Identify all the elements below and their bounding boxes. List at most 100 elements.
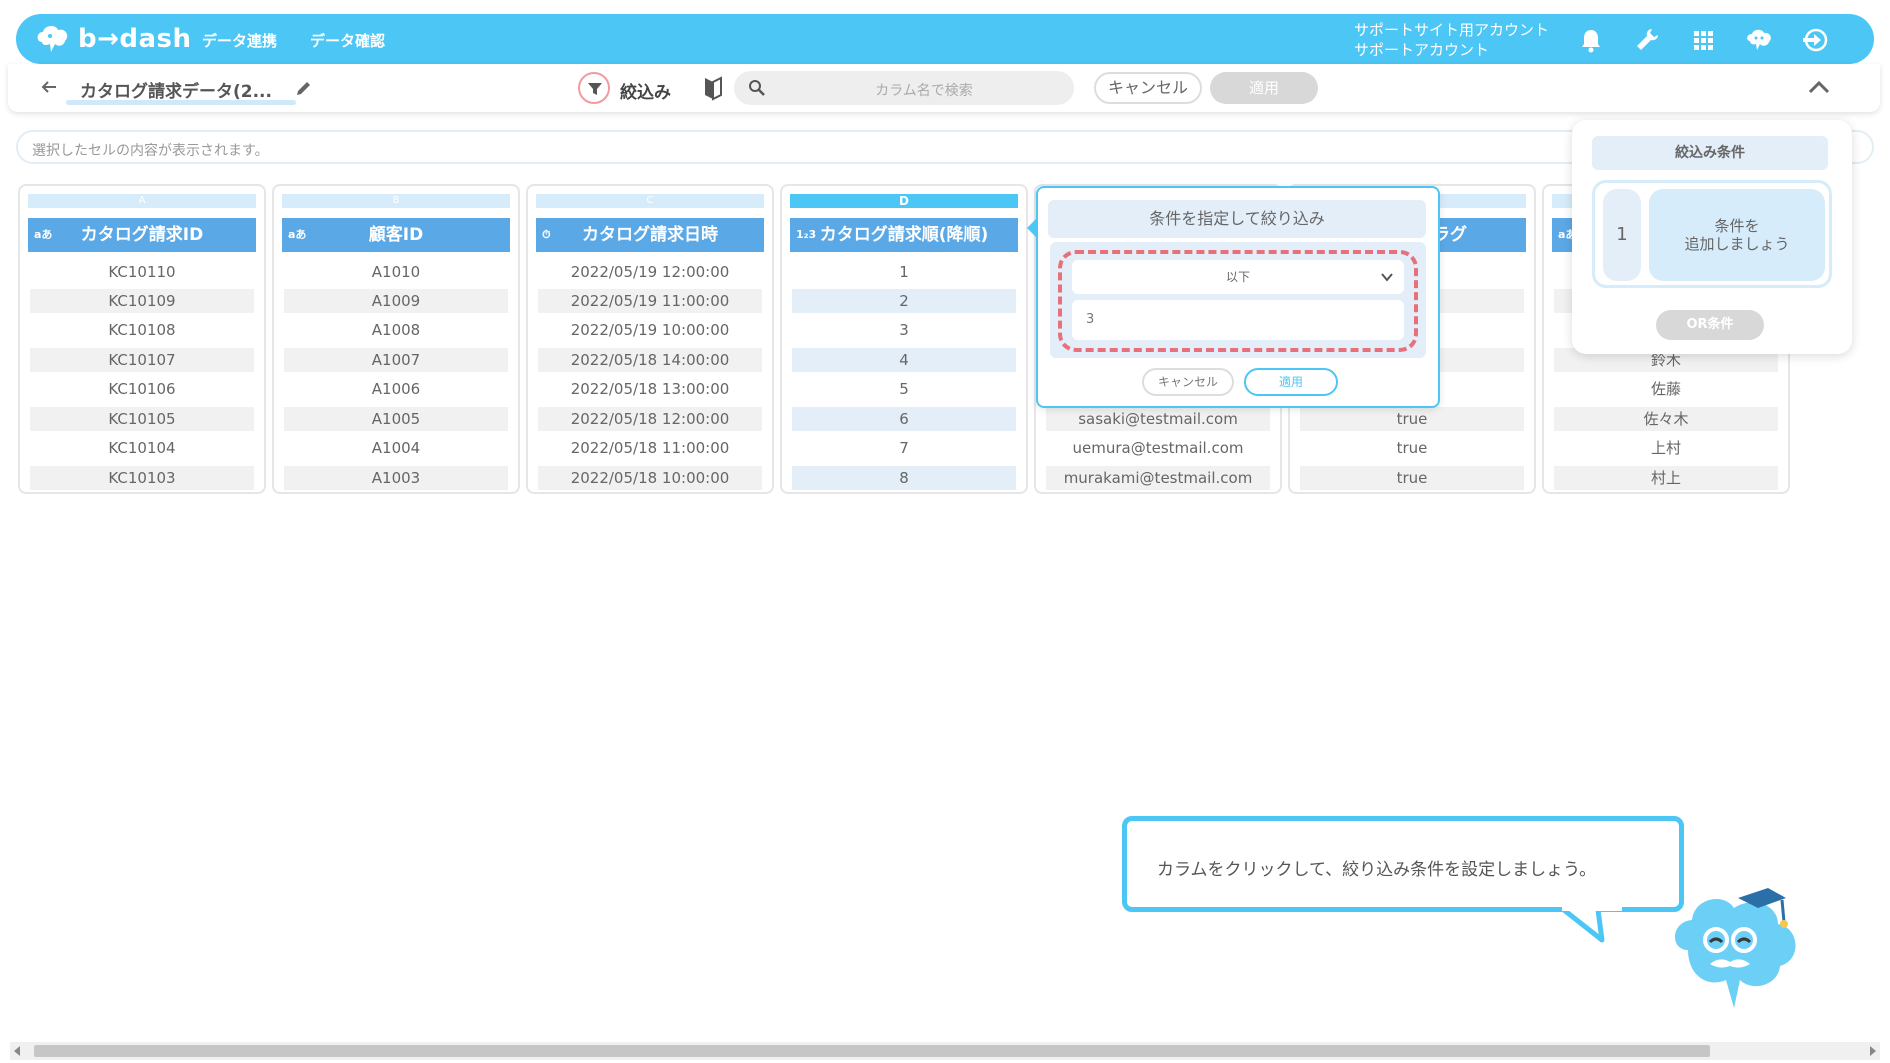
pencil-edit-icon[interactable]: [294, 78, 314, 98]
account-name-line1: サポートサイト用アカウント: [1354, 21, 1550, 39]
back-arrow-icon[interactable]: [38, 76, 60, 98]
nav-data-integration[interactable]: データ連携: [202, 30, 277, 51]
filter-button[interactable]: [578, 72, 610, 104]
logo-cloud-icon: [37, 26, 68, 52]
guide-text: カラムをクリックして、絞り込み条件を設定しましょう。: [1157, 860, 1597, 880]
table-cell[interactable]: 村上: [1554, 466, 1778, 490]
table-cell[interactable]: 2022/05/18 10:00:00: [538, 466, 762, 490]
table-title: カタログ請求データ(2...: [80, 82, 272, 102]
condition-group: 1 条件を 追加しましょう: [1592, 180, 1832, 288]
table-cell[interactable]: true: [1300, 466, 1524, 490]
column-catalog-request-datetime[interactable]: C ⏱ カタログ請求日時 2022/05/19 12:00:00 2022/05/19 …: [526, 184, 774, 494]
cell-content-placeholder: 選択したセルの内容が表示されます。: [32, 143, 269, 159]
column-type-icon: ⏱: [542, 228, 551, 241]
conditions-title: 絞込み条件: [1592, 136, 1828, 170]
table-cell[interactable]: murakami@testmail.com: [1046, 466, 1270, 490]
logout-icon[interactable]: [1800, 25, 1830, 55]
table-cell[interactable]: 2022/05/18 11:00:00: [538, 436, 762, 460]
popup-pointer: [1027, 218, 1037, 238]
column-header-label: カタログ請求順(降順): [819, 225, 989, 245]
add-condition-line1: 条件を: [1714, 217, 1760, 235]
mascot-character-icon: [1674, 888, 1796, 1008]
column-header[interactable]: aあ カタログ請求ID: [28, 218, 256, 252]
wrench-icon[interactable]: [1632, 25, 1662, 55]
table-cell[interactable]: KC10105: [30, 407, 254, 431]
table-cell[interactable]: 2022/05/18 13:00:00: [538, 377, 762, 401]
column-customer-id[interactable]: Baあ 顧客ID A1010 A1009 A1008 A1007 A1006 A1005 A10…: [272, 184, 520, 494]
table-cell[interactable]: 5: [792, 377, 1016, 401]
column-letter: A: [28, 194, 256, 208]
table-cell[interactable]: A1004: [284, 436, 508, 460]
column-header[interactable]: 1₂3 カタログ請求順(降順): [790, 218, 1018, 252]
table-cell[interactable]: 2022/05/19 10:00:00: [538, 318, 762, 342]
table-cell[interactable]: KC10108: [30, 318, 254, 342]
condition-number: 1: [1603, 189, 1641, 281]
account-info[interactable]: サポートサイト用アカウント サポートアカウント: [1354, 20, 1549, 60]
table-cell[interactable]: 上村: [1554, 436, 1778, 460]
chevron-up-icon[interactable]: [1806, 76, 1832, 98]
table-cell[interactable]: 2: [792, 289, 1016, 313]
table-cell[interactable]: 6: [792, 407, 1016, 431]
table-cell[interactable]: KC10109: [30, 289, 254, 313]
table-cell[interactable]: A1008: [284, 318, 508, 342]
horizontal-scrollbar[interactable]: [10, 1042, 1880, 1060]
table-cell[interactable]: 佐藤: [1554, 377, 1778, 401]
table-cell[interactable]: KC10104: [30, 436, 254, 460]
table-cell[interactable]: 3: [792, 318, 1016, 342]
table-cell[interactable]: A1009: [284, 289, 508, 313]
table-cell[interactable]: 2022/05/19 12:00:00: [538, 260, 762, 284]
table-cell[interactable]: true: [1300, 436, 1524, 460]
table-cell[interactable]: true: [1300, 407, 1524, 431]
table-cell[interactable]: 4: [792, 348, 1016, 372]
highlight-dashed-frame: [1058, 250, 1418, 352]
account-name-line2: サポートアカウント: [1354, 41, 1490, 59]
apps-grid-icon[interactable]: [1688, 25, 1718, 55]
table-cell[interactable]: 2022/05/19 11:00:00: [538, 289, 762, 313]
nav-data-check[interactable]: データ確認: [310, 30, 385, 51]
column-header[interactable]: aあ 顧客ID: [282, 218, 510, 252]
column-catalog-request-id[interactable]: Aaあ カタログ請求ID KC10110 KC10109 KC10108 KC10107 K…: [18, 184, 266, 494]
popup-cancel-button[interactable]: キャンセル: [1142, 368, 1234, 396]
add-condition-button[interactable]: 条件を 追加しましょう: [1649, 189, 1825, 281]
filter-label: 絞込み: [620, 83, 671, 103]
column-header[interactable]: ⏱ カタログ請求日時: [536, 218, 764, 252]
scroll-left-arrow-icon[interactable]: [14, 1046, 20, 1056]
beginner-mark-icon[interactable]: [702, 75, 724, 101]
table-cell[interactable]: KC10103: [30, 466, 254, 490]
mascot-help-icon[interactable]: [1744, 25, 1774, 55]
toolbar-cancel-button[interactable]: キャンセル: [1094, 72, 1202, 104]
bdash-logo[interactable]: b→dash: [34, 21, 192, 57]
table-cell[interactable]: A1006: [284, 377, 508, 401]
title-underline: [66, 100, 296, 105]
add-condition-line2: 追加しましょう: [1684, 235, 1790, 253]
table-cell[interactable]: 2022/05/18 12:00:00: [538, 407, 762, 431]
table-cell[interactable]: A1007: [284, 348, 508, 372]
popup-title: 条件を指定して絞り込み: [1048, 200, 1426, 238]
filter-condition-popup: 条件を指定して絞り込み 以下 3 キャンセル 適用: [1027, 186, 1440, 408]
column-type-icon: aあ: [34, 228, 53, 241]
table-cell[interactable]: KC10106: [30, 377, 254, 401]
table-cell[interactable]: 7: [792, 436, 1016, 460]
table-cell[interactable]: KC10107: [30, 348, 254, 372]
table-toolbar: カタログ請求データ(2... 絞込み カラム名で検索 キャンセル 適用: [8, 64, 1880, 112]
column-catalog-request-order[interactable]: D 1₂3 カタログ請求順(降順) 1 2 3 4 5 6 7 8: [780, 184, 1028, 494]
table-cell[interactable]: KC10110: [30, 260, 254, 284]
table-cell[interactable]: A1010: [284, 260, 508, 284]
popup-apply-button[interactable]: 適用: [1244, 368, 1338, 396]
column-search-input[interactable]: カラム名で検索: [734, 71, 1074, 105]
or-condition-button[interactable]: OR条件: [1656, 310, 1764, 340]
table-cell[interactable]: A1005: [284, 407, 508, 431]
bell-icon[interactable]: [1576, 25, 1606, 55]
table-cell[interactable]: 1: [792, 260, 1016, 284]
guide-speech-bubble: カラムをクリックして、絞り込み条件を設定しましょう。: [1122, 816, 1684, 912]
scrollbar-thumb[interactable]: [34, 1045, 1710, 1057]
column-letter: C: [536, 194, 764, 208]
table-cell[interactable]: uemura@testmail.com: [1046, 436, 1270, 460]
table-cell[interactable]: A1003: [284, 466, 508, 490]
table-cell[interactable]: 2022/05/18 14:00:00: [538, 348, 762, 372]
table-cell[interactable]: sasaki@testmail.com: [1046, 407, 1270, 431]
toolbar-apply-button[interactable]: 適用: [1210, 72, 1318, 104]
table-cell[interactable]: 8: [792, 466, 1016, 490]
table-cell[interactable]: 佐々木: [1554, 407, 1778, 431]
scroll-right-arrow-icon[interactable]: [1870, 1046, 1876, 1056]
